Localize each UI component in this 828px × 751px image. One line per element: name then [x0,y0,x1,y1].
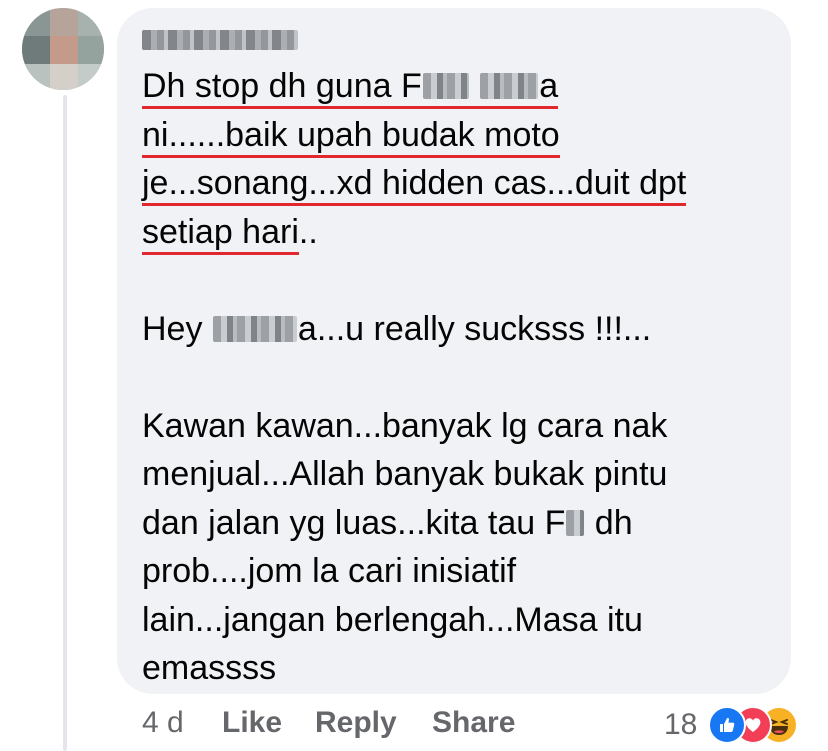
author-name-redacted[interactable] [142,30,298,50]
comment-line: setiap hari.. [142,208,782,257]
comment-line: menjual...Allah banyak bukak pintu [142,455,668,493]
comment-footer: 4 d Like Reply Share 18 [142,706,812,746]
comment-text-fragment: Hey [142,309,212,348]
comment-text-fragment: .. [298,212,318,251]
comment-line: prob....jom la cari inisiatif [142,552,517,590]
comment-line: je...sonang...xd hidden cas...duit dpt [142,159,782,208]
comment-line: dan jalan yg luas...kita tau F dh [142,499,782,548]
comment-line: lain...jangan berlengah...Masa itu [142,600,643,639]
like-icon [708,706,746,744]
comment-line: emassss [142,649,277,687]
underlined-text: je...sonang...xd hidden cas...duit dpt [142,164,687,206]
share-button[interactable]: Share [432,706,515,740]
comment-text-fragment: dh [585,503,633,542]
comment-line: Kawan kawan...banyak lg cara nak [142,406,668,445]
redacted-text [422,73,469,99]
comment-line: ni......baik upah budak moto [142,111,782,160]
timestamp[interactable]: 4 d [142,706,184,740]
redacted-text [480,73,539,99]
like-button[interactable]: Like [222,706,282,740]
thread-line [63,95,67,751]
comment-line: Dh stop dh guna F a [142,62,782,111]
comment-line: Hey a...u really sucksss !!!... [142,305,782,354]
redacted-text [212,315,297,342]
comment-text-fragment: dan jalan yg luas...kita tau F [142,503,566,542]
redacted-text [566,509,585,536]
reply-button[interactable]: Reply [315,706,397,740]
reaction-count: 18 [664,708,698,741]
comment-text-fragment: a...u really sucksss !!!... [297,309,652,348]
underlined-text: setiap hari [142,212,299,255]
underlined-text: ni......baik upah budak moto [142,115,560,158]
avatar[interactable] [22,8,104,90]
comment-text: Dh stop dh guna F a ni......baik upah bu… [142,62,782,693]
underlined-text: Dh stop dh guna F a [142,67,559,109]
